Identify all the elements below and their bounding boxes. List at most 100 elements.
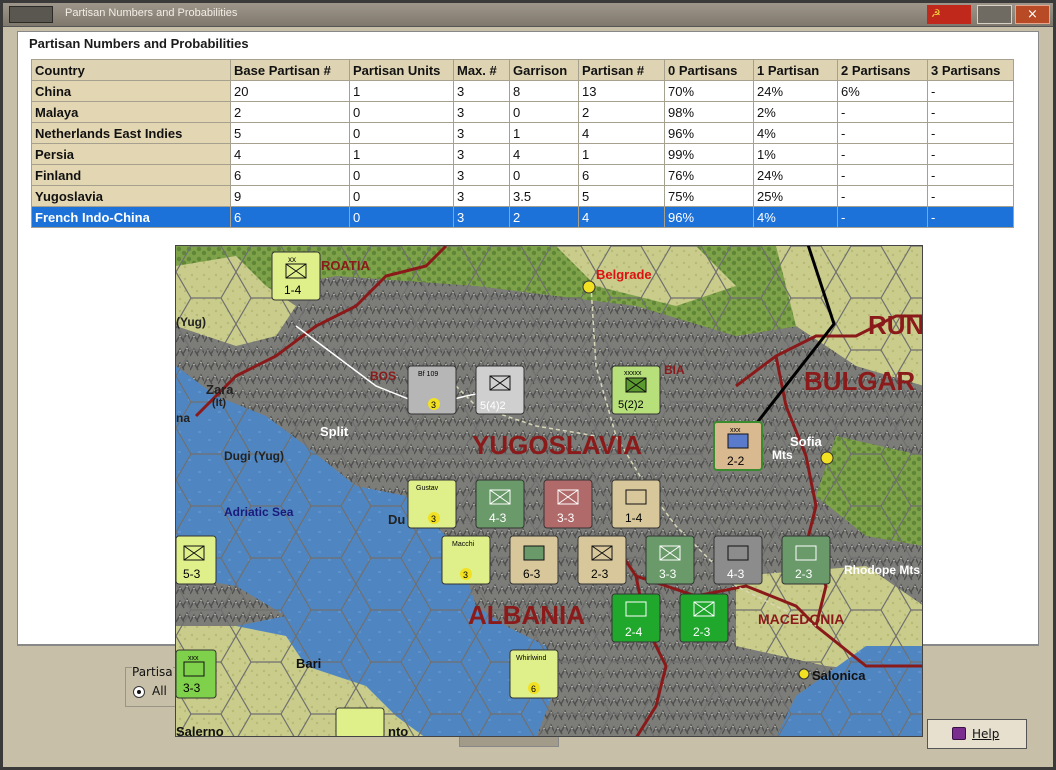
header-partisan-units[interactable]: Partisan Units [349, 59, 454, 81]
title-bar[interactable]: Partisan Numbers and Probabilities ☭ × [3, 3, 1053, 27]
unit-counter[interactable]: 5-3 [176, 535, 217, 585]
unit-counter[interactable]: Gustav 3 [407, 479, 457, 529]
country-cell: Malaya [31, 101, 231, 123]
table-cell: 96% [664, 122, 754, 144]
system-menu-icon[interactable] [9, 6, 53, 23]
counter-value: 2-3 [591, 567, 609, 581]
counter-top: xxx [188, 655, 199, 662]
map-label-nto: nto [388, 724, 408, 737]
map-label-na: na [176, 411, 190, 425]
table-cell: 2 [578, 101, 665, 123]
all-radio-button[interactable] [133, 686, 145, 698]
unit-counter[interactable]: Macchi 3 [441, 535, 491, 585]
unit-counter[interactable]: 3-3 [543, 479, 593, 529]
table-cell: 24% [753, 164, 838, 186]
table-cell: 3 [453, 122, 510, 144]
table-cell: 9 [230, 185, 350, 207]
table-cell: 0 [349, 206, 454, 228]
all-radio-label[interactable]: All [152, 684, 167, 698]
table-row[interactable]: Finland 6 0 3 0 6 76% 24% - - [31, 164, 1014, 186]
counter-value: 2-2 [727, 454, 745, 468]
unit-counter[interactable]: 2-3 [577, 535, 627, 585]
table-cell: 2 [230, 101, 350, 123]
table-row[interactable]: Persia 4 1 3 4 1 99% 1% - - [31, 143, 1014, 165]
help-book-icon [952, 727, 966, 740]
table-cell: 3 [453, 164, 510, 186]
unit-counter[interactable]: 2-4 [611, 593, 661, 643]
counter-value: 5(2)2 [618, 399, 644, 411]
table-cell: 70% [664, 80, 754, 102]
country-cell: Netherlands East Indies [31, 122, 231, 144]
header-garrison[interactable]: Garrison [509, 59, 579, 81]
counter-value: 5(4)2 [480, 400, 506, 412]
table-cell: 2% [753, 101, 838, 123]
unit-counter[interactable]: xxx 3-3 [176, 649, 217, 699]
unit-counter[interactable]: xxx 2-2 [713, 421, 763, 471]
unit-counter[interactable]: 5(4)2 [475, 365, 525, 415]
map-view[interactable]: ROATIA Belgrade (Yug) Zara (It) na Split… [175, 245, 923, 737]
unit-counter[interactable] [335, 707, 385, 737]
table-cell: 24% [753, 80, 838, 102]
unit-counter[interactable]: 2-3 [679, 593, 729, 643]
table-cell: - [927, 185, 1014, 207]
unit-counter[interactable]: Whirlwind 6 [509, 649, 559, 699]
unit-counter[interactable]: xxxxx 5(2)2 [611, 365, 661, 415]
header-partisan-number[interactable]: Partisan # [578, 59, 665, 81]
table-row-selected[interactable]: French Indo-China 6 0 3 2 4 96% 4% - - [31, 206, 1014, 228]
main-window: Partisan Numbers and Probabilities ☭ × P… [0, 0, 1056, 770]
obscured-button[interactable] [459, 736, 559, 747]
unit-counter[interactable]: 4-3 [713, 535, 763, 585]
table-cell: 0 [349, 164, 454, 186]
table-cell: - [927, 122, 1014, 144]
map-label-it: (It) [212, 397, 226, 409]
header-1-partisan[interactable]: 1 Partisan [753, 59, 838, 81]
counter-value: 1-4 [284, 283, 302, 297]
unit-counter[interactable]: 6-3 [509, 535, 559, 585]
header-max[interactable]: Max. # [453, 59, 510, 81]
header-base-partisan[interactable]: Base Partisan # [230, 59, 350, 81]
table-cell: 1 [349, 143, 454, 165]
table-row[interactable]: Malaya 2 0 3 0 2 98% 2% - - [31, 101, 1014, 123]
unit-counter[interactable]: 4-3 [475, 479, 525, 529]
table-cell: 4 [230, 143, 350, 165]
header-2-partisans[interactable]: 2 Partisans [837, 59, 928, 81]
counter-value: 4-3 [489, 511, 507, 525]
counter-value: 1-4 [625, 511, 643, 525]
table-cell: 0 [349, 101, 454, 123]
counter-top: xx [288, 255, 296, 264]
table-cell: 4 [509, 143, 579, 165]
map-label-bulgaria: BULGAR [804, 366, 915, 396]
counter-value: 3-3 [557, 511, 575, 525]
hex-map[interactable]: ROATIA Belgrade (Yug) Zara (It) na Split… [176, 246, 923, 737]
table-cell: 3 [453, 143, 510, 165]
map-label-mts: Mts [772, 448, 793, 462]
unit-counter[interactable]: xx 1-4 [271, 251, 321, 301]
table-cell: 5 [230, 122, 350, 144]
help-button[interactable]: Help [927, 719, 1027, 749]
table-row[interactable]: Yugoslavia 9 0 3 3.5 5 75% 25% - - [31, 185, 1014, 207]
minimize-button[interactable] [977, 5, 1012, 24]
unit-counter[interactable]: 1-4 [611, 479, 661, 529]
close-button[interactable]: × [1015, 5, 1050, 24]
header-3-partisans[interactable]: 3 Partisans [927, 59, 1014, 81]
table-row[interactable]: Netherlands East Indies 5 0 3 1 4 96% 4%… [31, 122, 1014, 144]
partisan-table: Country Base Partisan # Partisan Units M… [31, 59, 1014, 228]
header-0-partisans[interactable]: 0 Partisans [664, 59, 754, 81]
unit-counter[interactable]: 3-3 [645, 535, 695, 585]
counter-value: 3-3 [183, 681, 201, 695]
table-cell: 4% [753, 122, 838, 144]
unit-counter[interactable]: 2-3 [781, 535, 831, 585]
table-cell: 6 [230, 164, 350, 186]
unit-counter[interactable]: Bf 109 3 [407, 365, 457, 415]
map-label-rum: RUN [868, 310, 923, 340]
table-cell: 4 [578, 206, 665, 228]
map-label-sofia: Sofia [790, 434, 823, 449]
table-cell: 1% [753, 143, 838, 165]
table-cell: 6 [230, 206, 350, 228]
table-cell: 0 [509, 101, 579, 123]
table-row[interactable]: China 20 1 3 8 13 70% 24% 6% - [31, 80, 1014, 102]
city-sofia-icon [820, 451, 834, 465]
header-country[interactable]: Country [31, 59, 231, 81]
table-cell: 0 [509, 164, 579, 186]
counter-value: 2-4 [625, 625, 643, 639]
